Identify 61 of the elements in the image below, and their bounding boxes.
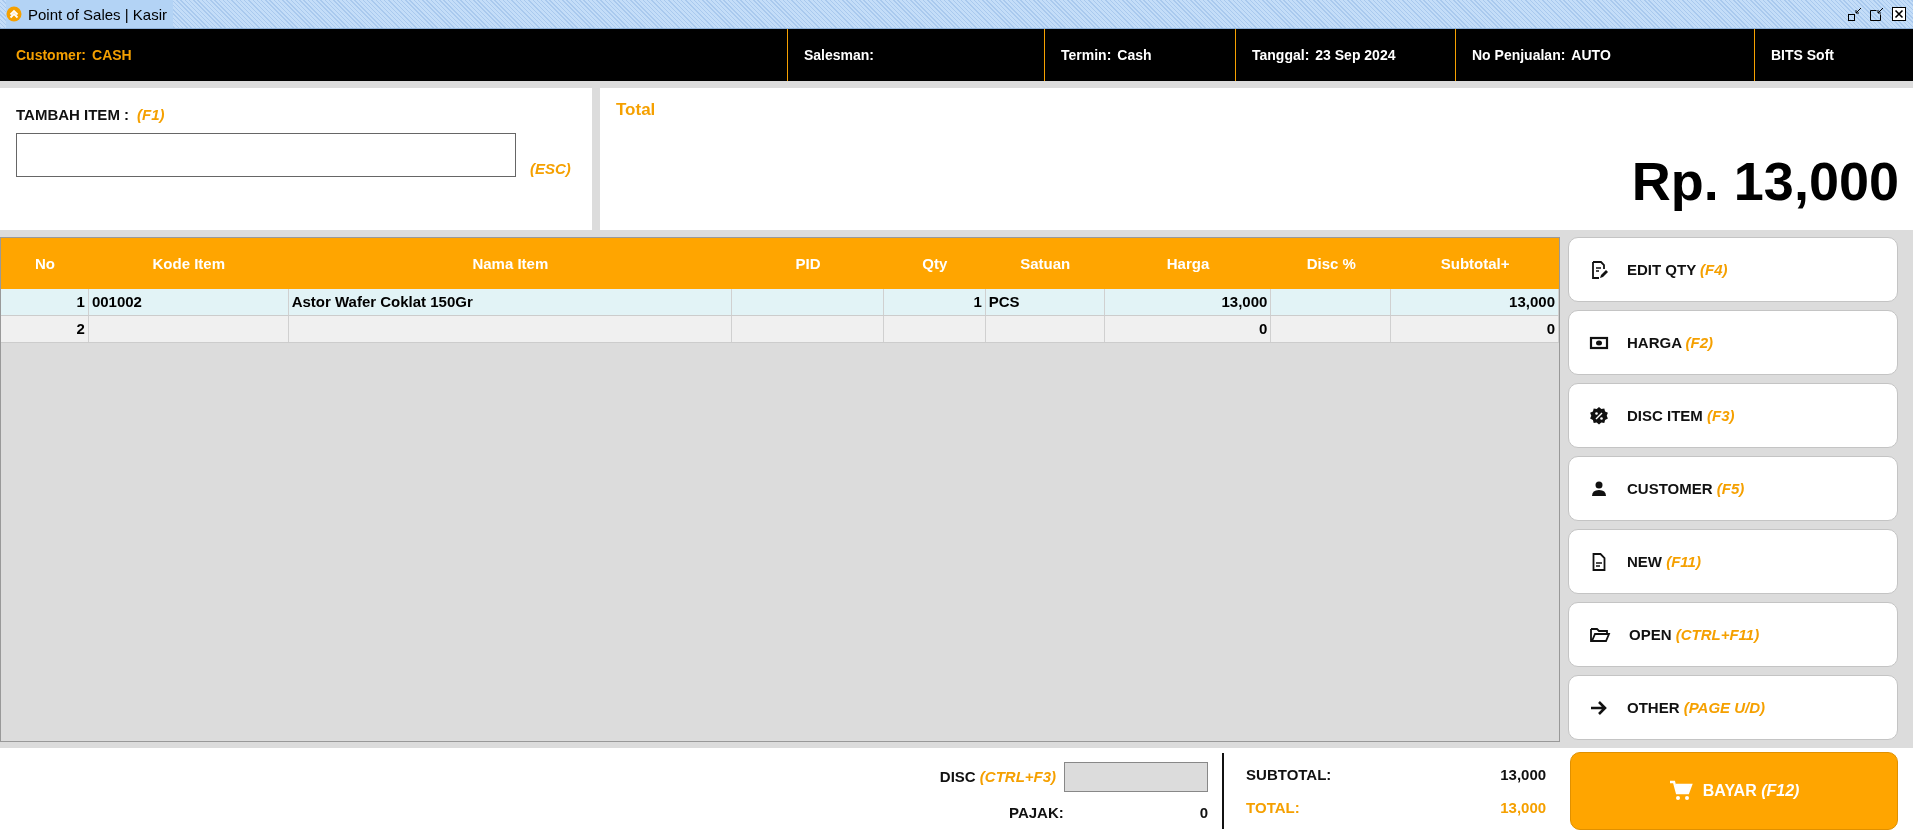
table-cell: PCS bbox=[988, 293, 1020, 310]
info-label: Customer: bbox=[16, 47, 86, 63]
info-label: No Penjualan: bbox=[1472, 47, 1566, 63]
window-title: Point of Sales | Kasir bbox=[28, 5, 167, 23]
column-header[interactable]: Qty bbox=[883, 255, 986, 272]
cart-icon bbox=[1668, 779, 1693, 803]
info-value: CASH bbox=[92, 47, 132, 63]
shortcut-hint: (ESC) bbox=[530, 160, 571, 177]
column-header[interactable]: PID bbox=[732, 255, 884, 272]
table-cell: 0 bbox=[1259, 320, 1268, 337]
column-header[interactable]: Satuan bbox=[985, 255, 1105, 272]
table-cell: 2 bbox=[76, 320, 85, 337]
column-header[interactable]: Subtotal+ bbox=[1391, 255, 1559, 272]
action-button[interactable]: NEW (F11) bbox=[1568, 529, 1898, 594]
pay-button[interactable]: BAYAR (F12) bbox=[1570, 752, 1898, 830]
total-label: TOTAL: bbox=[1246, 799, 1300, 816]
total-value: 13,000 bbox=[1500, 799, 1547, 816]
table-cell: 0 bbox=[1546, 320, 1555, 337]
add-item-field[interactable] bbox=[16, 133, 516, 177]
info-label: Salesman: bbox=[804, 47, 875, 63]
maximize-icon[interactable] bbox=[1869, 6, 1885, 22]
table-cell: 13,000 bbox=[1509, 293, 1555, 310]
table-cell: 1 bbox=[76, 293, 85, 310]
column-header[interactable]: Nama Item bbox=[288, 255, 733, 272]
info-label: Tanggal: bbox=[1252, 47, 1310, 63]
edit-document-icon bbox=[1589, 259, 1609, 280]
column-header[interactable]: Kode Item bbox=[88, 255, 289, 272]
info-label: Termin: bbox=[1061, 47, 1112, 63]
column-header[interactable]: No bbox=[1, 255, 89, 272]
action-button[interactable]: OPEN (CTRL+F11) bbox=[1568, 602, 1898, 667]
shortcut-hint: (F1) bbox=[137, 106, 165, 123]
info-value: AUTO bbox=[1571, 47, 1611, 63]
subtotal-label: SUBTOTAL: bbox=[1246, 766, 1332, 783]
subtotal-value: 13,000 bbox=[1500, 766, 1547, 783]
add-item-label: TAMBAH ITEM : bbox=[16, 106, 130, 123]
info-value: Cash bbox=[1117, 47, 1152, 63]
action-button[interactable]: OTHER (PAGE U/D) bbox=[1568, 675, 1898, 740]
action-button[interactable]: EDIT QTY (F4) bbox=[1568, 237, 1898, 302]
action-button[interactable]: HARGA (F2) bbox=[1568, 310, 1898, 375]
discount-field[interactable] bbox=[1064, 761, 1209, 792]
table-cell: 1 bbox=[973, 293, 982, 310]
close-icon[interactable] bbox=[1891, 6, 1907, 22]
discount-badge-icon bbox=[1589, 405, 1609, 426]
tax-label: PAJAK: bbox=[1009, 803, 1064, 821]
table-row[interactable]: 1 001002 Astor Wafer Coklat 150Gr 1 PCS 13,000 13,000 bbox=[1, 289, 1559, 316]
action-button[interactable]: DISC ITEM (F3) bbox=[1568, 383, 1898, 448]
column-header[interactable]: Disc % bbox=[1271, 255, 1392, 272]
total-label: Total bbox=[616, 100, 657, 120]
table-cell: 001002 bbox=[91, 293, 142, 310]
brand-label: BITS Soft bbox=[1771, 47, 1834, 63]
action-button[interactable]: CUSTOMER (F5) bbox=[1568, 456, 1898, 521]
table-row[interactable]: 2 0 0 bbox=[1, 316, 1559, 343]
app-logo-icon bbox=[6, 6, 22, 22]
discount-label: DISC (CTRL+F3) bbox=[939, 768, 1057, 785]
info-value: 23 Sep 2024 bbox=[1315, 47, 1396, 63]
table-cell: Astor Wafer Coklat 150Gr bbox=[291, 293, 473, 310]
restore-icon[interactable] bbox=[1847, 6, 1863, 22]
table-cell: 13,000 bbox=[1221, 293, 1268, 310]
column-header[interactable]: Harga bbox=[1104, 255, 1272, 272]
tax-value: 0 bbox=[1199, 803, 1209, 821]
total-amount: Rp. 13,000 bbox=[1631, 150, 1899, 212]
